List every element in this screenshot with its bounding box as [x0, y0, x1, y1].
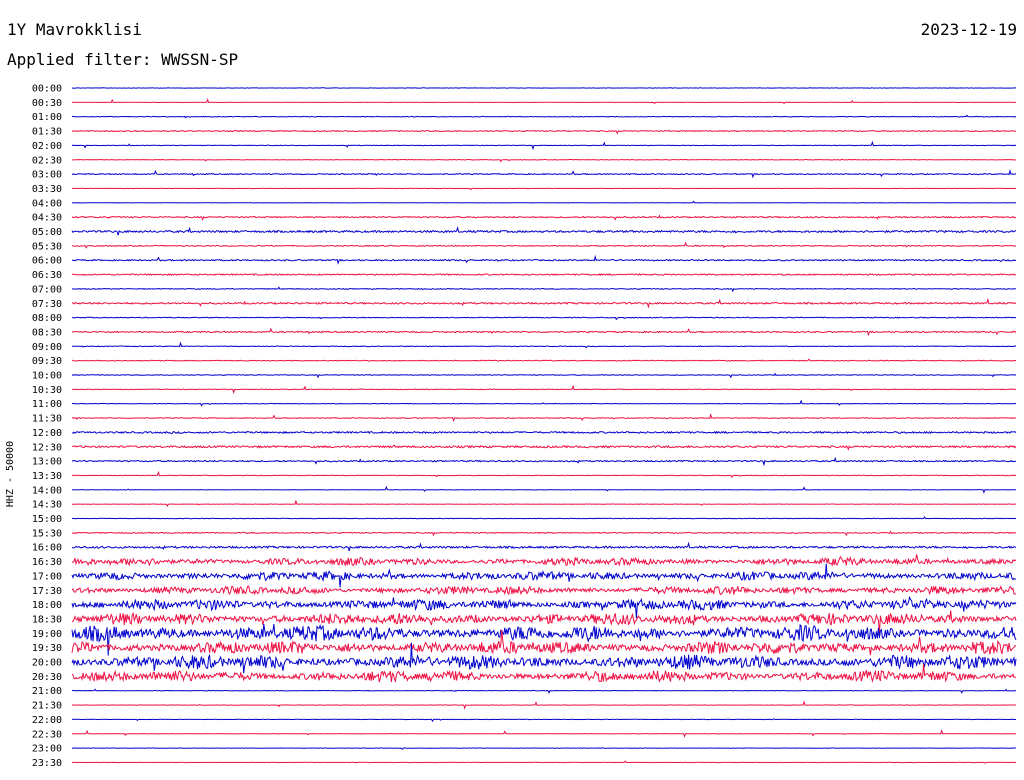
trace-line	[72, 399, 1016, 407]
time-tick-label: 13:00	[32, 457, 62, 468]
time-tick-label: 13:30	[32, 471, 62, 482]
time-tick-label: 03:30	[32, 184, 62, 195]
time-tick-label: 01:00	[32, 112, 62, 123]
trace-line	[71, 610, 1017, 635]
trace-line	[71, 729, 1017, 738]
trace-line	[71, 158, 1017, 163]
time-tick-label: 20:00	[32, 658, 62, 669]
trace-line	[71, 430, 1017, 435]
time-tick-label: 06:00	[32, 256, 62, 267]
trace-line	[71, 456, 1017, 467]
time-tick-label: 14:00	[32, 485, 62, 496]
time-tick-label: 05:00	[32, 227, 62, 238]
time-tick-label: 19:30	[32, 643, 62, 654]
time-tick-label: 09:00	[32, 342, 62, 353]
trace-line	[71, 554, 1017, 567]
trace-line	[71, 358, 1017, 362]
trace-line	[71, 470, 1017, 479]
trace-line	[71, 129, 1017, 135]
trace-line	[71, 297, 1017, 309]
trace-line	[71, 241, 1017, 249]
trace-line	[71, 700, 1016, 710]
trace-line	[71, 563, 1017, 588]
time-tick-label: 06:30	[32, 270, 62, 281]
time-tick-label: 04:00	[32, 198, 62, 209]
trace-line	[71, 747, 1016, 751]
helicorder-plot: 00:00 00:30 01:00 01:30 02:00 02:30 03:00 03:30…	[32, 84, 1017, 769]
trace-line	[71, 327, 1017, 337]
trace-line	[71, 214, 1017, 221]
time-tick-label: 18:00	[32, 600, 62, 611]
time-tick-label: 16:30	[32, 557, 62, 568]
time-tick-label: 17:30	[32, 586, 62, 597]
trace-line	[71, 140, 1017, 151]
trace-line	[71, 286, 1017, 293]
time-tick-label: 12:30	[32, 442, 62, 453]
time-tick-label: 00:30	[32, 98, 62, 109]
trace-line	[71, 273, 1017, 276]
trace-line	[71, 541, 1017, 552]
time-tick-label: 17:00	[32, 571, 62, 582]
trace-line	[71, 760, 1017, 764]
time-tick-label: 04:30	[32, 213, 62, 224]
time-tick-label: 11:30	[32, 414, 62, 425]
time-tick-label: 07:00	[32, 284, 62, 295]
trace-line	[72, 516, 1016, 520]
trace-line	[71, 200, 1017, 204]
time-tick-label: 02:00	[32, 141, 62, 152]
time-tick-label: 00:00	[32, 84, 62, 95]
trace-line	[71, 530, 1017, 537]
time-tick-label: 22:30	[32, 729, 62, 740]
time-tick-label: 01:30	[32, 127, 62, 138]
trace-line	[71, 98, 1017, 105]
trace-line	[71, 341, 1017, 349]
trace-line	[71, 384, 1017, 395]
time-tick-label: 09:30	[32, 356, 62, 367]
trace-line	[71, 623, 1017, 656]
time-tick-label: 10:30	[32, 385, 62, 396]
trace-line	[72, 688, 1017, 694]
trace-line	[71, 372, 1017, 379]
time-tick-label: 14:30	[32, 500, 62, 511]
trace-line	[71, 585, 1016, 596]
time-tick-label: 23:30	[32, 758, 62, 769]
trace-line	[71, 316, 1017, 321]
trace-line	[71, 114, 1017, 119]
time-tick-label: 23:00	[32, 744, 62, 755]
time-tick-label: 16:00	[32, 543, 62, 554]
trace-line	[71, 485, 1017, 494]
time-tick-label: 18:30	[32, 614, 62, 625]
time-tick-label: 15:00	[32, 514, 62, 525]
time-tick-label: 21:00	[32, 686, 62, 697]
trace-line	[71, 225, 1017, 236]
time-tick-label: 22:00	[32, 715, 62, 726]
trace-line	[71, 413, 1017, 423]
trace-line	[71, 718, 1016, 723]
time-tick-label: 12:00	[32, 428, 62, 439]
time-tick-label: 02:30	[32, 155, 62, 166]
trace-line	[71, 168, 1017, 179]
time-tick-label: 05:30	[32, 241, 62, 252]
time-tick-label: 03:00	[32, 170, 62, 181]
time-tick-label: 08:00	[32, 313, 62, 324]
time-tick-label: 15:30	[32, 528, 62, 539]
time-tick-label: 20:30	[32, 672, 62, 683]
trace-line	[71, 187, 1017, 191]
time-tick-label: 08:30	[32, 327, 62, 338]
time-tick-label: 19:00	[32, 629, 62, 640]
time-tick-label: 10:00	[32, 371, 62, 382]
time-tick-label: 07:30	[32, 299, 62, 310]
time-tick-label: 21:30	[32, 701, 62, 712]
trace-line	[71, 595, 1017, 619]
time-tick-label: 11:00	[32, 399, 62, 410]
trace-line	[71, 499, 1017, 508]
trace-line	[71, 254, 1017, 265]
trace-line	[71, 444, 1017, 451]
